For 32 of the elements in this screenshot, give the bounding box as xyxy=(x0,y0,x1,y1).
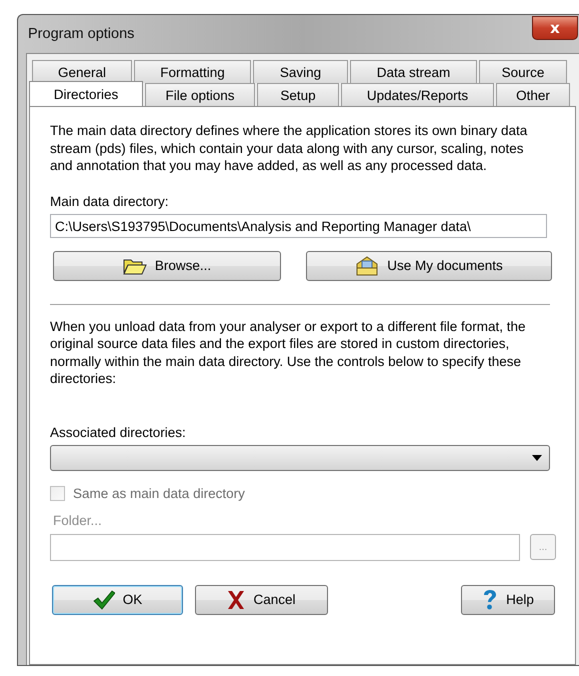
tab[interactable]: File options xyxy=(145,83,255,106)
action-button[interactable]: Browse... xyxy=(53,250,281,280)
checkbox-label: Same as main data directory xyxy=(73,486,245,500)
tab[interactable]: Saving xyxy=(253,60,348,83)
dropdown-arrow-icon xyxy=(532,454,542,460)
tab[interactable]: Updates/Reports xyxy=(341,83,494,106)
dialog-button[interactable]: Cancel xyxy=(195,584,328,614)
field-label: Folder... xyxy=(52,512,103,528)
description-text: The main data directory defines where the application stores its own binary data stream (pds) files, which contain your data along with any cursor, scaling, notes and annotation that you may have added, as well as any processed data. xyxy=(50,122,528,174)
field-label: Associated directories: xyxy=(50,424,187,440)
action-button[interactable]: Use My documents xyxy=(306,250,552,280)
dialog-button[interactable]: OK xyxy=(52,584,183,614)
folder-icon xyxy=(122,256,147,274)
tab[interactable]: Setup xyxy=(257,83,339,106)
help-icon xyxy=(482,588,498,610)
tab[interactable]: Data stream xyxy=(350,60,477,83)
documents-folder-icon xyxy=(355,256,380,276)
close-button[interactable]: x xyxy=(532,16,578,40)
description-text: When you unload data from your analyser or export to a different file format, the original source data files and the export files are stored in custom directories, normally within the main data directory. Use the controls below to specify these directories: xyxy=(50,318,527,388)
tab[interactable]: Other xyxy=(496,83,570,106)
input-field[interactable]: C:\Users\S193795\Documents\Analysis and Reporting Manager data\ xyxy=(50,214,547,238)
field-label: Main data directory: xyxy=(50,194,170,210)
window-title: Program options xyxy=(28,26,134,42)
tab[interactable]: General xyxy=(32,60,132,83)
input-field[interactable] xyxy=(50,534,520,560)
tab[interactable]: Source xyxy=(479,60,567,83)
tab[interactable]: Directories xyxy=(29,81,143,106)
dialog-button[interactable]: Help xyxy=(461,584,555,614)
tab[interactable]: Formatting xyxy=(134,60,251,83)
cross-icon xyxy=(227,590,246,610)
dropdown[interactable] xyxy=(50,444,550,470)
checkmark-icon xyxy=(92,590,115,610)
